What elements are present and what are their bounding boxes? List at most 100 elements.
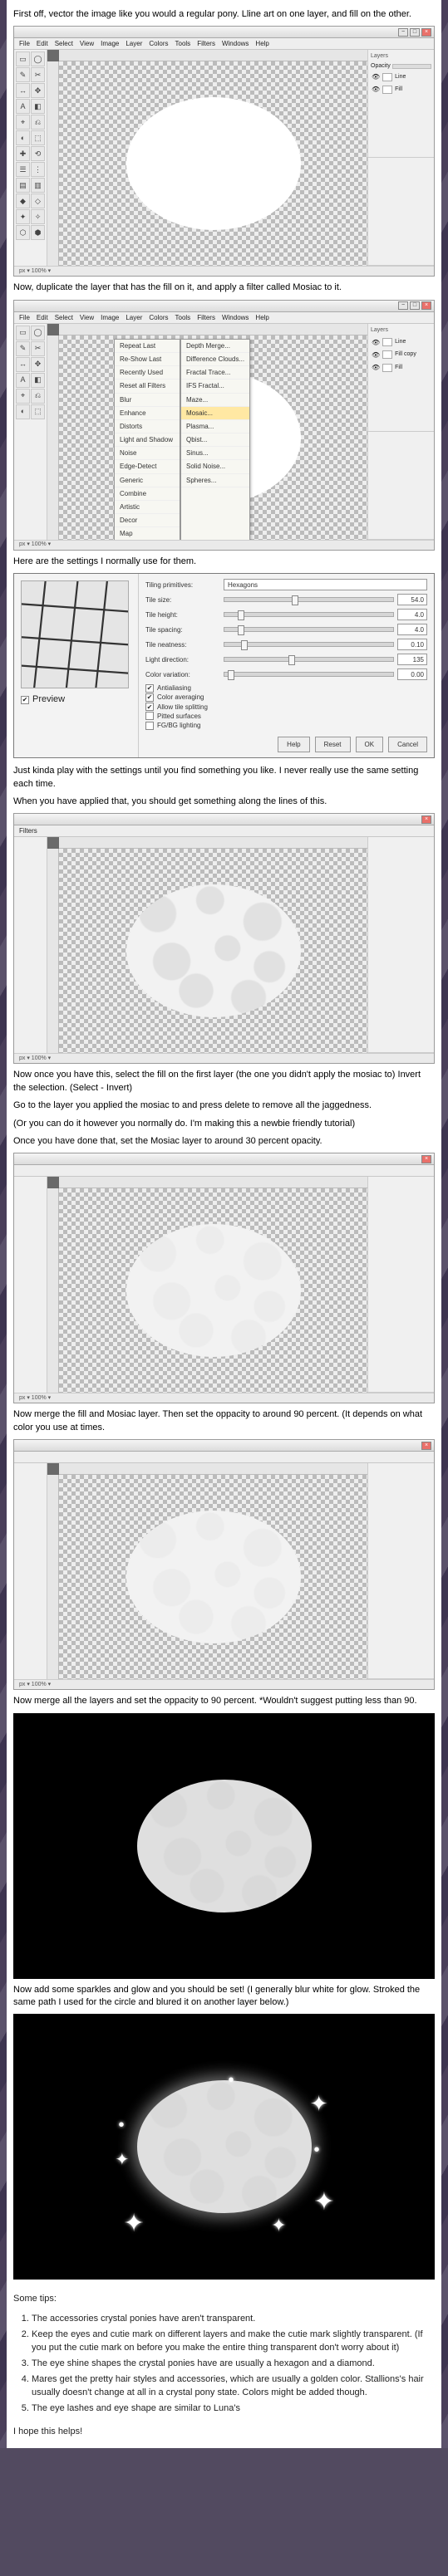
menu-colors[interactable]: Colors [149,39,168,48]
menu-item[interactable]: Generic [115,474,180,487]
canvas-area[interactable] [47,50,367,266]
canvas[interactable] [59,1188,367,1393]
tile-neatness-value[interactable]: 0.10 [397,639,427,650]
menu-item[interactable]: Distorts [115,420,180,433]
tool-icon[interactable]: ✥ [31,357,45,372]
menu-filters[interactable]: Filters [197,39,215,48]
canvas-area[interactable] [47,1463,367,1679]
tool-icon[interactable]: ✥ [31,83,45,98]
menu-help[interactable]: Help [255,313,268,322]
menu-file[interactable]: File [19,313,30,322]
tile-size-value[interactable]: 54.0 [397,594,427,605]
menu-item[interactable]: Edge-Detect [115,460,180,473]
tool-icon[interactable]: ◯ [31,326,45,340]
opacity-slider[interactable] [392,64,431,69]
window-maximize-button[interactable]: □ [410,301,420,310]
eye-icon[interactable]: 👁 [372,85,380,94]
menu-windows[interactable]: Windows [222,313,249,322]
tile-neatness-slider[interactable] [224,642,394,647]
menu-item[interactable]: Blur [115,394,180,407]
menu-item[interactable]: Light and Shadow [115,433,180,447]
reset-button[interactable]: Reset [315,737,351,752]
menu-select[interactable]: Select [55,313,73,322]
canvas[interactable] [59,61,367,266]
tool-icon[interactable]: ⬚ [31,404,45,419]
tool-icon[interactable]: ▤ [16,178,30,193]
menu-view[interactable]: View [80,39,94,48]
tool-icon[interactable]: ◯ [31,51,45,66]
menu-item[interactable]: Solid Noise... [181,460,249,473]
tool-icon[interactable]: ◐ [16,404,30,419]
tool-icon[interactable]: ↔ [16,357,30,372]
menu-item[interactable]: Artistic [115,501,180,514]
window-close-button[interactable]: × [421,1442,431,1450]
menu-item[interactable]: IFS Fractal... [181,380,249,393]
tool-icon[interactable]: ⋮ [31,162,45,177]
menu-item[interactable]: Repeat Last [115,340,180,353]
menu-item[interactable]: Difference Clouds... [181,353,249,366]
fgbg-checkbox[interactable] [145,722,154,730]
layer-row[interactable]: 👁 Fill copy [371,349,431,361]
menu-layer[interactable]: Layer [126,313,142,322]
menu-item[interactable]: Recently Used [115,366,180,380]
window-minimize-button[interactable]: − [398,301,408,310]
canvas[interactable] [59,1475,367,1679]
tile-spacing-slider[interactable] [224,627,394,632]
window-minimize-button[interactable]: − [398,28,408,37]
menu-view[interactable]: View [80,313,94,322]
tool-icon[interactable]: ✂ [31,67,45,82]
light-direction-slider[interactable] [224,657,394,662]
window-close-button[interactable]: × [421,815,431,824]
menu-item[interactable]: Combine [115,487,180,501]
tool-icon[interactable]: ◐ [16,130,30,145]
menu-item[interactable]: Depth Merge... [181,340,249,353]
tile-spacing-value[interactable]: 4.0 [397,624,427,635]
tool-icon[interactable]: ⌖ [16,389,30,404]
layer-row[interactable]: 👁 Fill [371,361,431,374]
ok-button[interactable]: OK [356,737,384,752]
preview-checkbox[interactable]: ✔ [21,696,29,704]
tool-icon[interactable]: ⟲ [31,146,45,161]
menu-file[interactable]: File [19,39,30,48]
tool-icon[interactable]: ☰ [16,162,30,177]
menu-item[interactable]: Plasma... [181,420,249,433]
menu-item[interactable]: Maze... [181,394,249,407]
menu-item[interactable]: Noise [115,447,180,460]
layer-row[interactable]: 👁 Line [371,336,431,349]
menu-item[interactable]: Map [115,527,180,539]
menu-windows[interactable]: Windows [222,39,249,48]
window-close-button[interactable]: × [421,1155,431,1163]
menu-edit[interactable]: Edit [37,313,48,322]
canvas-area[interactable] [47,837,367,1053]
menu-item-mosaic[interactable]: Mosaic... [181,407,249,420]
tool-icon[interactable]: ▭ [16,51,30,66]
menu-layer[interactable]: Layer [126,39,142,48]
eye-icon[interactable]: 👁 [372,350,380,360]
tile-height-value[interactable]: 4.0 [397,609,427,620]
tile-split-checkbox[interactable]: ✔ [145,703,154,711]
menu-edit[interactable]: Edit [37,39,48,48]
canvas-area[interactable] [47,1177,367,1393]
window-close-button[interactable]: × [421,28,431,37]
tool-icon[interactable]: ✧ [31,209,45,224]
antialiasing-checkbox[interactable]: ✔ [145,684,154,693]
menu-filters[interactable]: Filters [197,313,215,322]
layer-row[interactable]: 👁 Line [371,71,431,83]
canvas[interactable] [59,849,367,1053]
color-variation-value[interactable]: 0.00 [397,668,427,680]
tool-icon[interactable]: ✂ [31,341,45,356]
eye-icon[interactable]: 👁 [372,363,380,372]
tiling-primitives-select[interactable]: Hexagons [224,579,427,590]
menu-image[interactable]: Image [101,313,119,322]
tool-icon[interactable]: ▥ [31,178,45,193]
tool-icon[interactable]: ✦ [16,209,30,224]
tool-icon[interactable]: ⎌ [31,389,45,404]
help-button[interactable]: Help [278,737,309,752]
menu-select[interactable]: Select [55,39,73,48]
tool-icon[interactable]: ◇ [31,193,45,208]
menu-item[interactable]: Reset all Filters [115,380,180,393]
tool-icon[interactable]: ⬡ [16,225,30,240]
menu-help[interactable]: Help [255,39,268,48]
menu-item[interactable]: Re-Show Last [115,353,180,366]
tool-icon[interactable]: ✎ [16,67,30,82]
